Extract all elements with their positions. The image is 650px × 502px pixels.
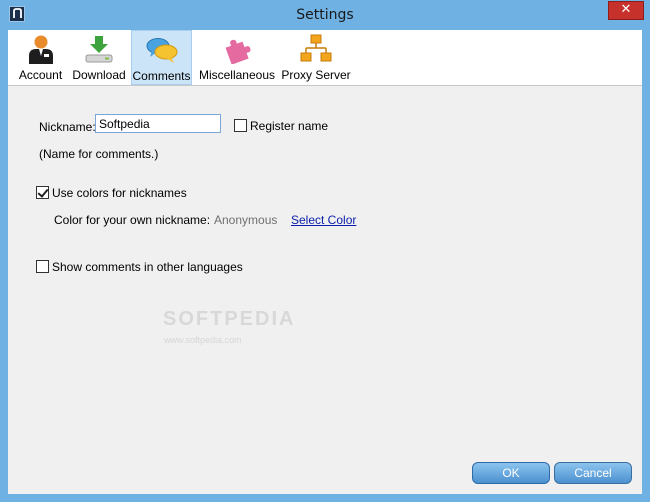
other-languages-label[interactable]: Show comments in other languages (52, 260, 243, 274)
register-name-checkbox[interactable] (234, 119, 247, 132)
tab-download[interactable]: Download (69, 30, 129, 85)
use-colors-checkbox[interactable] (36, 186, 49, 199)
client-area: Account Download Comments Miscellaneous … (8, 30, 642, 494)
settings-toolbar: Account Download Comments Miscellaneous … (8, 30, 642, 86)
watermark-url: www.softpedia.com (164, 335, 242, 345)
nickname-hint: (Name for comments.) (39, 147, 159, 161)
tab-miscellaneous[interactable]: Miscellaneous (198, 30, 276, 85)
close-button[interactable]: ✕ (608, 1, 644, 20)
nickname-input[interactable] (95, 114, 221, 133)
register-name-label[interactable]: Register name (250, 119, 328, 133)
settings-window: Settings ✕ Account Download Comments Mis… (0, 0, 650, 502)
select-color-link[interactable]: Select Color (291, 213, 356, 227)
tab-miscellaneous-label: Miscellaneous (198, 68, 276, 82)
close-icon: ✕ (620, 2, 632, 17)
use-colors-label[interactable]: Use colors for nicknames (52, 186, 187, 200)
account-icon (29, 35, 53, 64)
tab-comments-label: Comments (132, 69, 191, 83)
tab-account-label: Account (18, 68, 63, 82)
comments-panel: SOFTPEDIA www.softpedia.com Nickname: Re… (8, 86, 642, 494)
tab-proxy-server-label: Proxy Server (281, 68, 351, 82)
own-color-preview: Anonymous (214, 213, 278, 227)
nickname-label: Nickname: (39, 120, 96, 134)
cancel-button[interactable]: Cancel (554, 462, 632, 484)
ok-button[interactable]: OK (472, 462, 550, 484)
tab-proxy-server[interactable]: Proxy Server (281, 30, 351, 85)
download-icon (85, 36, 113, 63)
watermark-logo: SOFTPEDIA (163, 308, 296, 330)
puzzle-icon (225, 39, 251, 64)
own-color-label: Color for your own nickname: (54, 213, 211, 227)
tab-account[interactable]: Account (14, 30, 67, 85)
window-title: Settings (296, 7, 354, 23)
tab-download-label: Download (72, 68, 126, 82)
title-bar[interactable]: Settings ✕ (0, 0, 650, 30)
tab-comments[interactable]: Comments (131, 30, 192, 85)
comments-icon (146, 38, 178, 63)
other-languages-checkbox[interactable] (36, 260, 49, 273)
network-icon (300, 34, 332, 62)
